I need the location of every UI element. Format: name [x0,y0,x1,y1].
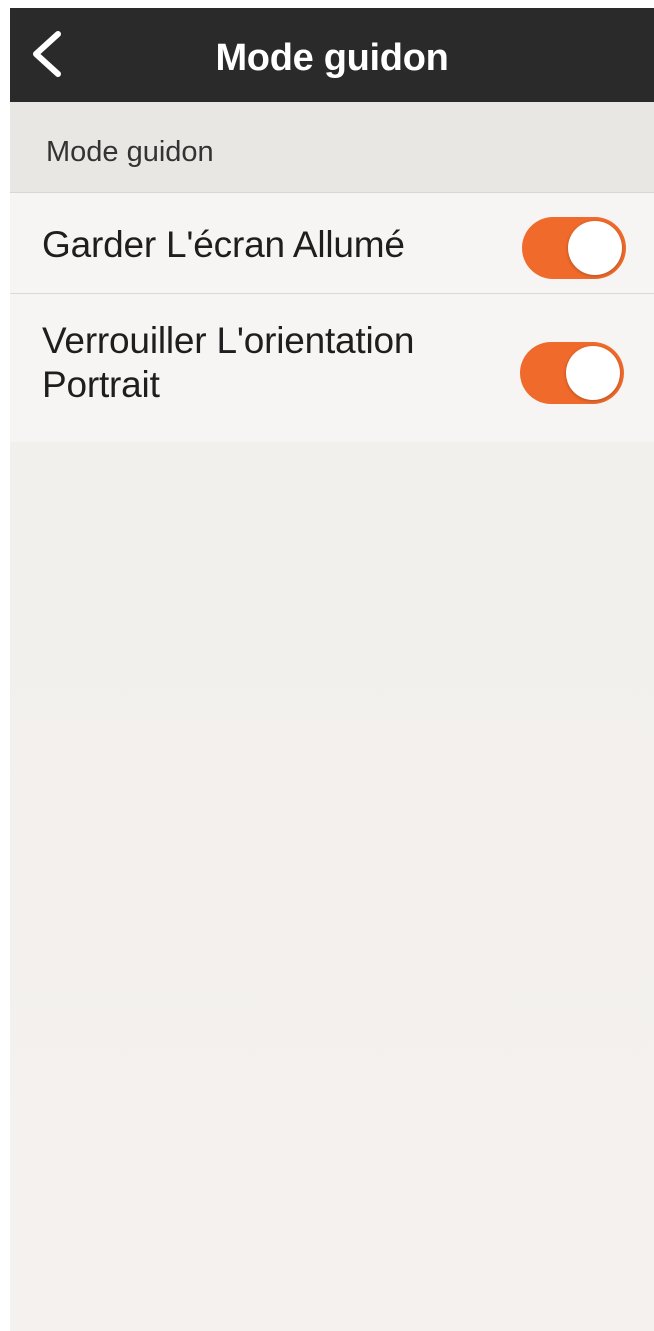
lock-portrait-toggle[interactable] [520,342,624,404]
section-header: Mode guidon [10,102,654,193]
keep-screen-on-label: Garder L'écran Allumé [42,224,405,265]
lock-portrait-label: Verrouiller L'orientation Portrait [42,320,415,405]
empty-content-area [10,442,654,1331]
setting-row-keep-screen-on: Garder L'écran Allumé [10,193,654,294]
setting-row-lock-portrait: Verrouiller L'orientation Portrait [10,294,654,442]
toggle-knob [568,221,622,275]
toggle-knob [566,346,620,400]
keep-screen-on-toggle[interactable] [522,217,626,279]
screen: Mode guidon Mode guidon Garder L'écran A… [10,8,654,1331]
section-header-label: Mode guidon [46,136,214,168]
navigation-bar: Mode guidon [10,8,654,102]
page-title: Mode guidon [215,37,449,79]
settings-list: Garder L'écran Allumé Verrouiller L'orie… [10,193,654,443]
